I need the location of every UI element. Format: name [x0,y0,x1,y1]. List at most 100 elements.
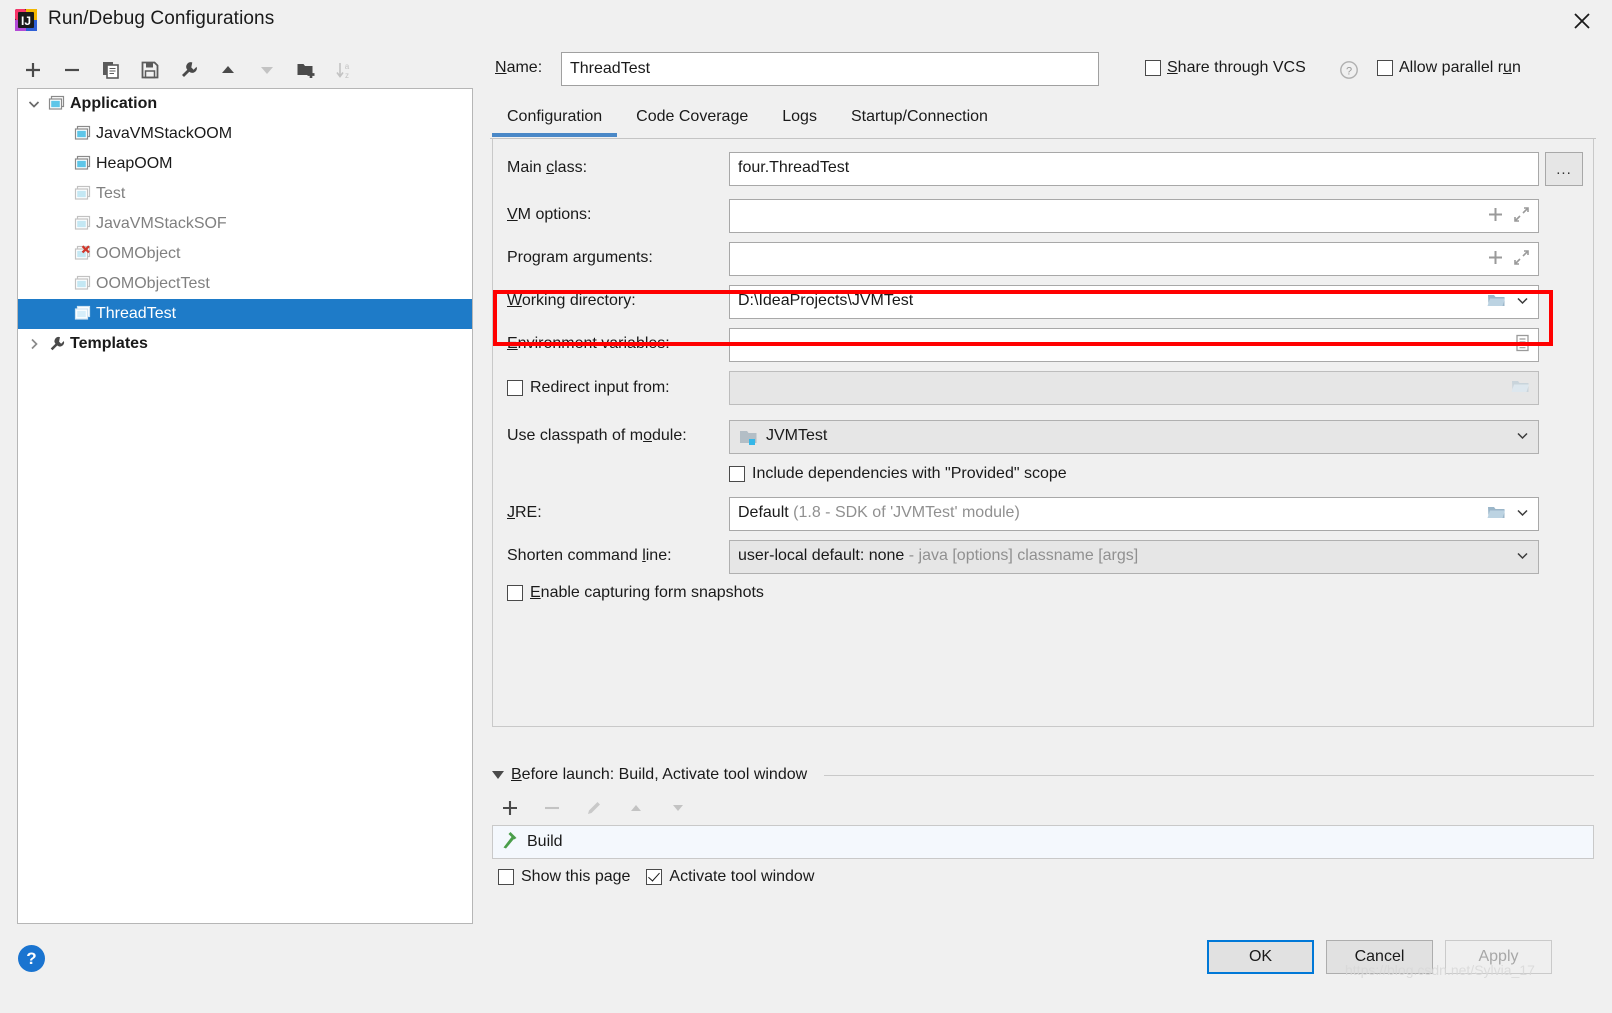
main-class-input[interactable]: four.ThreadTest [729,152,1539,186]
environment-variables-adornments [1515,329,1530,361]
shorten-command-line-combo[interactable]: user-local default: none - java [options… [729,540,1539,574]
include-provided-checkbox[interactable]: Include dependencies with "Provided" sco… [729,465,1067,483]
tree-item-oomobjecttest[interactable]: OOMObjectTest [18,269,472,299]
activate-tool-window-checkbox[interactable]: Activate tool window [646,868,814,886]
show-this-page-checkbox[interactable]: Show this page [498,868,630,886]
add-task-button[interactable] [498,796,522,820]
move-task-up-button[interactable] [624,796,648,820]
form-snapshots-checkbox[interactable]: Enable capturing form snapshots [507,584,764,602]
edit-task-button[interactable] [582,796,606,820]
chevron-down-icon[interactable] [26,96,42,112]
name-input[interactable] [561,52,1099,86]
before-launch-task-label: Build [527,833,563,850]
before-launch-toolbar [498,792,898,824]
allow-parallel-run-checkbox[interactable]: Allow parallel run [1377,59,1521,77]
copy-configuration-button[interactable] [96,55,126,85]
tree-item-heapoom[interactable]: HeapOOM [18,149,472,179]
main-class-row: Main class: four.ThreadTest ... [493,152,1595,186]
dialog-title: Run/Debug Configurations [48,8,275,29]
add-configuration-button[interactable] [18,55,48,85]
plus-icon[interactable] [1487,206,1504,227]
plus-icon[interactable] [1487,249,1504,270]
edit-templates-button[interactable] [174,55,204,85]
shorten-command-line-row: Shorten command line: user-local default… [493,540,1595,574]
main-class-browse-button[interactable]: ... [1545,152,1583,186]
save-configuration-button[interactable] [135,55,165,85]
redirect-input-adornments [1511,372,1530,404]
folder-icon[interactable] [1511,378,1530,399]
configurations-toolbar: a z [18,52,368,88]
expand-icon[interactable] [1513,249,1530,270]
checkbox-box[interactable] [507,380,523,396]
folder-icon[interactable] [1487,292,1506,313]
tree-item-javavmstackoom[interactable]: JavaVMStackOOM [18,119,472,149]
tree-item-threadtest[interactable]: ThreadTest [18,299,472,329]
checkbox-box[interactable] [729,466,745,482]
move-up-button[interactable] [213,55,243,85]
chevron-down-icon[interactable] [1515,505,1530,524]
remove-configuration-button[interactable] [57,55,87,85]
redirect-input-checkbox[interactable]: Redirect input from: [507,379,670,397]
allow-parallel-run-label: Allow parallel run [1399,59,1521,76]
move-task-down-button[interactable] [666,796,690,820]
environment-variables-row: Environment variables: [493,328,1595,362]
application-icon [74,305,92,323]
tree-item-label: JavaVMStackOOM [96,125,233,142]
folder-icon[interactable] [1487,504,1506,525]
jre-row: JRE: Default (1.8 - SDK of 'JVMTest' mod… [493,497,1595,531]
environment-variables-input[interactable] [729,328,1539,362]
working-directory-row: Working directory: D:\IdeaProjects\JVMTe… [493,285,1595,319]
classpath-module-combo[interactable]: JVMTest [729,420,1539,454]
tree-item-javavmstacksof[interactable]: JavaVMStackSOF [18,209,472,239]
sort-alphabetically-button[interactable]: a z [330,55,360,85]
cancel-button[interactable]: Cancel [1326,940,1433,974]
checkbox-box[interactable] [498,869,514,885]
application-icon [74,215,92,233]
move-down-button[interactable] [252,55,282,85]
before-launch-task-list[interactable]: Build [492,825,1594,859]
shorten-command-line-value: user-local default: none - java [options… [738,547,1138,565]
tab-startup-connection[interactable]: Startup/Connection [834,104,1005,137]
working-directory-input[interactable]: D:\IdeaProjects\JVMTest [729,285,1539,319]
configurations-tree[interactable]: Application JavaVMStackOOM HeapOOM Test … [17,88,473,924]
ok-button[interactable]: OK [1207,940,1314,974]
chevron-down-icon[interactable] [1515,293,1530,312]
tree-item-label: JavaVMStackSOF [96,215,227,232]
tab-configuration[interactable]: Configuration [490,104,619,137]
shorten-command-line-adornments [1515,541,1530,573]
environment-variables-label: Environment variables: [507,335,670,352]
redirect-input-field[interactable] [729,371,1539,405]
tab-logs[interactable]: Logs [765,104,834,137]
tree-item-test[interactable]: Test [18,179,472,209]
jre-combo[interactable]: Default (1.8 - SDK of 'JVMTest' module) [729,497,1539,531]
section-rule [824,774,1594,776]
checkbox-box[interactable] [507,585,523,601]
program-arguments-label: Program arguments: [507,249,653,266]
chevron-down-icon[interactable] [1515,428,1530,447]
program-arguments-input[interactable] [729,242,1539,276]
tree-item-templates[interactable]: Templates [18,329,472,359]
checkbox-box[interactable] [1145,60,1161,76]
tree-item-label: Templates [70,335,148,352]
list-icon[interactable] [1515,334,1530,356]
checkbox-box[interactable] [1377,60,1393,76]
run-debug-configurations-dialog: IJ Run/Debug Configurations a z Applicat… [0,0,1612,1013]
close-icon[interactable] [1552,0,1612,42]
chevron-right-icon[interactable] [26,336,42,352]
question-circle-icon[interactable]: ? [1339,60,1359,80]
remove-task-button[interactable] [540,796,564,820]
tab-code-coverage[interactable]: Code Coverage [619,104,765,137]
apply-button[interactable]: Apply [1445,940,1552,974]
share-through-vcs-checkbox[interactable]: Share through VCS [1145,59,1306,77]
vm-options-input[interactable] [729,199,1539,233]
collapse-triangle-icon[interactable] [492,771,504,779]
new-folder-button[interactable] [291,55,321,85]
tree-item-oomobject[interactable]: OOMObject [18,239,472,269]
tree-item-application[interactable]: Application [18,89,472,119]
expand-icon[interactable] [1513,206,1530,227]
checkbox-box[interactable] [646,869,663,885]
program-arguments-row: Program arguments: [493,242,1595,276]
chevron-down-icon[interactable] [1515,548,1530,567]
configuration-editor: Name: Share through VCS ? Allow parallel… [490,42,1596,942]
help-button[interactable]: ? [18,945,45,972]
